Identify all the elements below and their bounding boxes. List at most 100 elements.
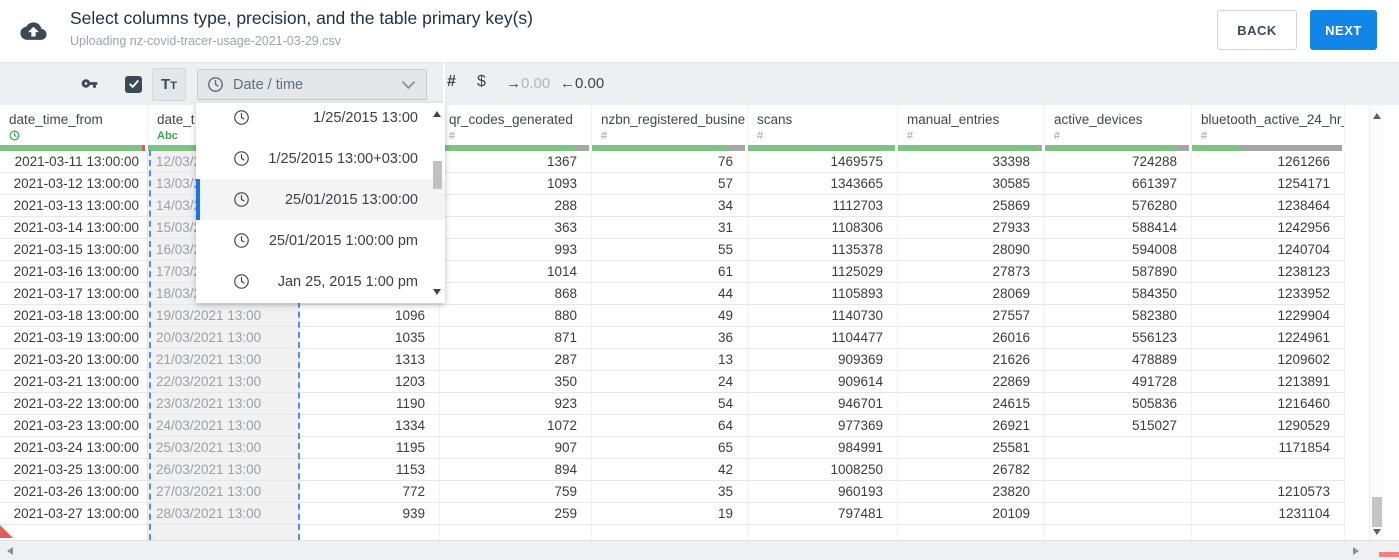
toolbar-divider bbox=[443, 63, 445, 106]
column-header-date_time_from[interactable]: date_time_from bbox=[0, 105, 148, 145]
dropdown-scroll-thumb[interactable] bbox=[433, 161, 442, 189]
scroll-down-arrow-icon[interactable] bbox=[1373, 529, 1381, 535]
table-row: 2021-03-25 13:00:00 26/03/2021 13:00 1153 8… bbox=[0, 459, 1345, 481]
table-cell: 22/03/2021 13:00 bbox=[148, 371, 300, 392]
format-options-list: 1/25/2015 13:00 1/25/2015 13:00+03:00 25/0… bbox=[196, 103, 445, 302]
format-option-label: Jan 25, 2015 1:00 pm bbox=[277, 273, 418, 290]
text-type-button[interactable]: TT bbox=[152, 68, 186, 101]
table-cell: 1240704 bbox=[1192, 239, 1345, 260]
table-cell bbox=[592, 525, 748, 540]
table-cell: 1072 bbox=[440, 415, 592, 436]
column-header-active_devices[interactable]: active_devices # bbox=[1045, 105, 1192, 145]
quality-segment-gray bbox=[1241, 145, 1342, 151]
selected-column-border-left bbox=[149, 150, 151, 540]
table-cell: 2021-03-15 13:00:00 bbox=[0, 239, 148, 260]
column-quality-bar bbox=[0, 145, 145, 151]
increase-decimals-value: 0.00 bbox=[521, 75, 551, 92]
table-row: 2021-03-27 13:00:00 28/03/2021 13:00 939 25… bbox=[0, 503, 1345, 525]
dropdown-scroll-down-icon[interactable] bbox=[433, 289, 441, 295]
table-cell: 1238464 bbox=[1192, 195, 1345, 216]
table-cell: 33398 bbox=[898, 151, 1045, 172]
column-quality-bar bbox=[1045, 145, 1189, 151]
format-option[interactable]: 1/25/2015 13:00 bbox=[196, 103, 445, 138]
column-type-label: # bbox=[449, 130, 456, 142]
primary-key-icon[interactable] bbox=[79, 75, 100, 92]
table-cell: 288 bbox=[440, 195, 592, 216]
table-cell: 880 bbox=[440, 305, 592, 326]
column-header-qr_codes_generated[interactable]: qr_codes_generated # bbox=[440, 105, 592, 145]
table-cell: 28090 bbox=[898, 239, 1045, 260]
vertical-scrollbar[interactable] bbox=[1369, 105, 1384, 540]
back-button[interactable]: BACK bbox=[1217, 10, 1297, 50]
clock-icon bbox=[207, 76, 224, 93]
horizontal-scrollbar[interactable] bbox=[0, 540, 1399, 560]
quality-segment-green bbox=[592, 145, 727, 151]
column-label: manual_entries bbox=[907, 112, 1000, 127]
format-option[interactable]: 25/01/2015 13:00:00 bbox=[196, 179, 445, 220]
currency-type-button[interactable]: $ bbox=[477, 73, 486, 91]
table-cell: 76 bbox=[592, 151, 748, 172]
next-button[interactable]: NEXT bbox=[1310, 10, 1377, 50]
table-cell: 19 bbox=[592, 503, 748, 524]
format-option[interactable]: Jan 25, 2015 1:00 pm bbox=[196, 261, 445, 302]
table-cell: 23/03/2021 13:00 bbox=[148, 393, 300, 414]
dropdown-scrollbar[interactable] bbox=[430, 103, 445, 303]
scroll-left-arrow-icon[interactable] bbox=[7, 547, 13, 555]
format-option-label: 1/25/2015 13:00+03:00 bbox=[268, 150, 418, 167]
column-header-bluetooth_active_24_hr_[interactable]: bluetooth_active_24_hr_ # bbox=[1192, 105, 1345, 145]
table-cell: 22869 bbox=[898, 371, 1045, 392]
table-cell: 26782 bbox=[898, 459, 1045, 480]
table-cell: 1334 bbox=[300, 415, 440, 436]
decrease-decimals-button[interactable]: ←0.00 bbox=[560, 75, 604, 92]
column-type-value: Date / time bbox=[233, 76, 304, 93]
scroll-up-arrow-icon[interactable] bbox=[1373, 113, 1381, 119]
table-cell: 2021-03-22 13:00:00 bbox=[0, 393, 148, 414]
format-option[interactable]: 1/25/2015 13:00+03:00 bbox=[196, 138, 445, 179]
include-column-checkbox[interactable] bbox=[125, 76, 142, 93]
increase-decimals-button[interactable]: →0.00 bbox=[506, 75, 550, 92]
table-cell: 582380 bbox=[1045, 305, 1192, 326]
table-cell: 556123 bbox=[1045, 327, 1192, 348]
column-header-nzbn_registered_busine[interactable]: nzbn_registered_busine # bbox=[592, 105, 748, 145]
table-cell: 797481 bbox=[748, 503, 898, 524]
table-cell: 54 bbox=[592, 393, 748, 414]
table-cell: 1190 bbox=[300, 393, 440, 414]
table-cell: 515027 bbox=[1045, 415, 1192, 436]
format-option[interactable]: 25/01/2015 1:00:00 pm bbox=[196, 220, 445, 261]
table-cell: 31 bbox=[592, 217, 748, 238]
page-title: Select columns type, precision, and the … bbox=[70, 8, 533, 28]
column-type-select[interactable]: Date / time bbox=[197, 69, 427, 100]
table-cell: 28/03/2021 13:00 bbox=[148, 503, 300, 524]
table-cell: 2021-03-13 13:00:00 bbox=[0, 195, 148, 216]
table-cell: 576280 bbox=[1045, 195, 1192, 216]
table-cell: 909369 bbox=[748, 349, 898, 370]
table-cell bbox=[1045, 503, 1192, 524]
dropdown-scroll-up-icon[interactable] bbox=[433, 111, 441, 117]
table-cell: 27933 bbox=[898, 217, 1045, 238]
table-cell: 894 bbox=[440, 459, 592, 480]
table-cell: 2021-03-26 13:00:00 bbox=[0, 481, 148, 502]
column-quality-bar bbox=[748, 145, 895, 151]
column-header-scans[interactable]: scans # bbox=[748, 105, 898, 145]
text-type-label-small: T bbox=[170, 80, 177, 92]
table-row: 2021-03-24 13:00:00 25/03/2021 13:00 1195 9… bbox=[0, 437, 1345, 459]
table-cell: 20/03/2021 13:00 bbox=[148, 327, 300, 348]
vertical-scroll-thumb[interactable] bbox=[1372, 497, 1382, 527]
table-cell: 27557 bbox=[898, 305, 1045, 326]
clock-icon bbox=[233, 191, 250, 208]
table-cell bbox=[1045, 437, 1192, 458]
quality-segment-gray bbox=[726, 145, 745, 151]
table-cell: 65 bbox=[592, 437, 748, 458]
table-cell: 26/03/2021 13:00 bbox=[148, 459, 300, 480]
table-cell: 923 bbox=[440, 393, 592, 414]
table-row: 2021-03-26 13:00:00 27/03/2021 13:00 772 75… bbox=[0, 481, 1345, 503]
table-cell bbox=[1192, 525, 1345, 540]
number-type-button[interactable]: # bbox=[447, 73, 456, 91]
column-header-manual_entries[interactable]: manual_entries # bbox=[898, 105, 1045, 145]
table-cell: 907 bbox=[440, 437, 592, 458]
table-cell bbox=[1045, 481, 1192, 502]
table-cell: 1313 bbox=[300, 349, 440, 370]
table-cell: 25/03/2021 13:00 bbox=[148, 437, 300, 458]
scroll-right-arrow-icon[interactable] bbox=[1353, 547, 1359, 555]
table-cell: 1195 bbox=[300, 437, 440, 458]
